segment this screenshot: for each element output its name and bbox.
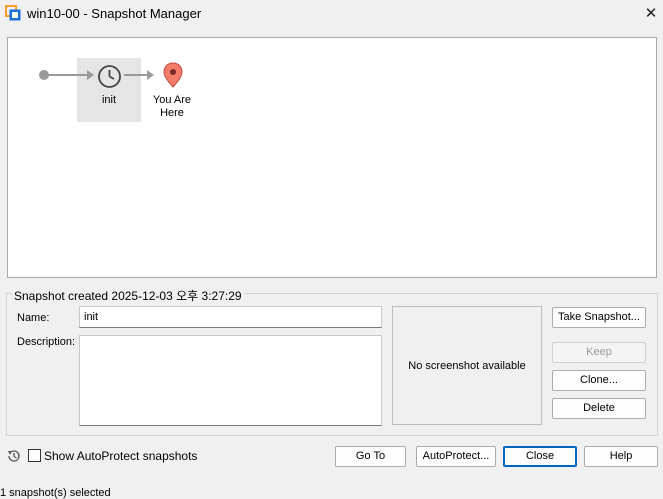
status-text: 1 snapshot(s) selected xyxy=(0,487,111,499)
snapshot-description-input[interactable] xyxy=(79,335,382,426)
show-autoprotect-label[interactable]: Show AutoProtect snapshots xyxy=(44,449,197,463)
snapshot-name-input[interactable] xyxy=(79,306,382,328)
no-screenshot-text: No screenshot available xyxy=(408,359,526,372)
take-snapshot-button[interactable]: Take Snapshot... xyxy=(552,307,646,328)
keep-button[interactable]: Keep xyxy=(552,342,646,363)
arrow-head xyxy=(147,70,154,80)
close-icon[interactable]: ✕ xyxy=(640,3,662,25)
vmware-app-icon xyxy=(5,5,21,21)
delete-button[interactable]: Delete xyxy=(552,398,646,419)
history-icon[interactable] xyxy=(6,448,22,464)
snapshot-tree-connectors xyxy=(39,70,154,80)
you-are-here-line2: Here xyxy=(160,107,184,119)
screenshot-preview: No screenshot available xyxy=(392,306,542,425)
snapshot-created-title: Snapshot created 2025-12-03 오후 3:27:29 xyxy=(12,287,244,304)
location-pin-icon xyxy=(163,62,183,88)
arrow-head xyxy=(87,70,94,80)
autoprotect-button[interactable]: AutoProtect... xyxy=(416,446,496,467)
snapshot-tree-panel[interactable]: init You Are Here xyxy=(7,37,657,278)
window-title: win10-00 - Snapshot Manager xyxy=(27,6,202,21)
show-autoprotect-checkbox[interactable] xyxy=(28,449,41,462)
close-button[interactable]: Close xyxy=(503,446,577,467)
name-label: Name: xyxy=(17,312,50,324)
you-are-here-label: You Are Here xyxy=(145,94,199,120)
go-to-button[interactable]: Go To xyxy=(335,446,406,467)
description-label: Description: xyxy=(17,336,76,348)
clone-button[interactable]: Clone... xyxy=(552,370,646,391)
help-button[interactable]: Help xyxy=(584,446,658,467)
you-are-here-line1: You Are xyxy=(152,94,192,106)
